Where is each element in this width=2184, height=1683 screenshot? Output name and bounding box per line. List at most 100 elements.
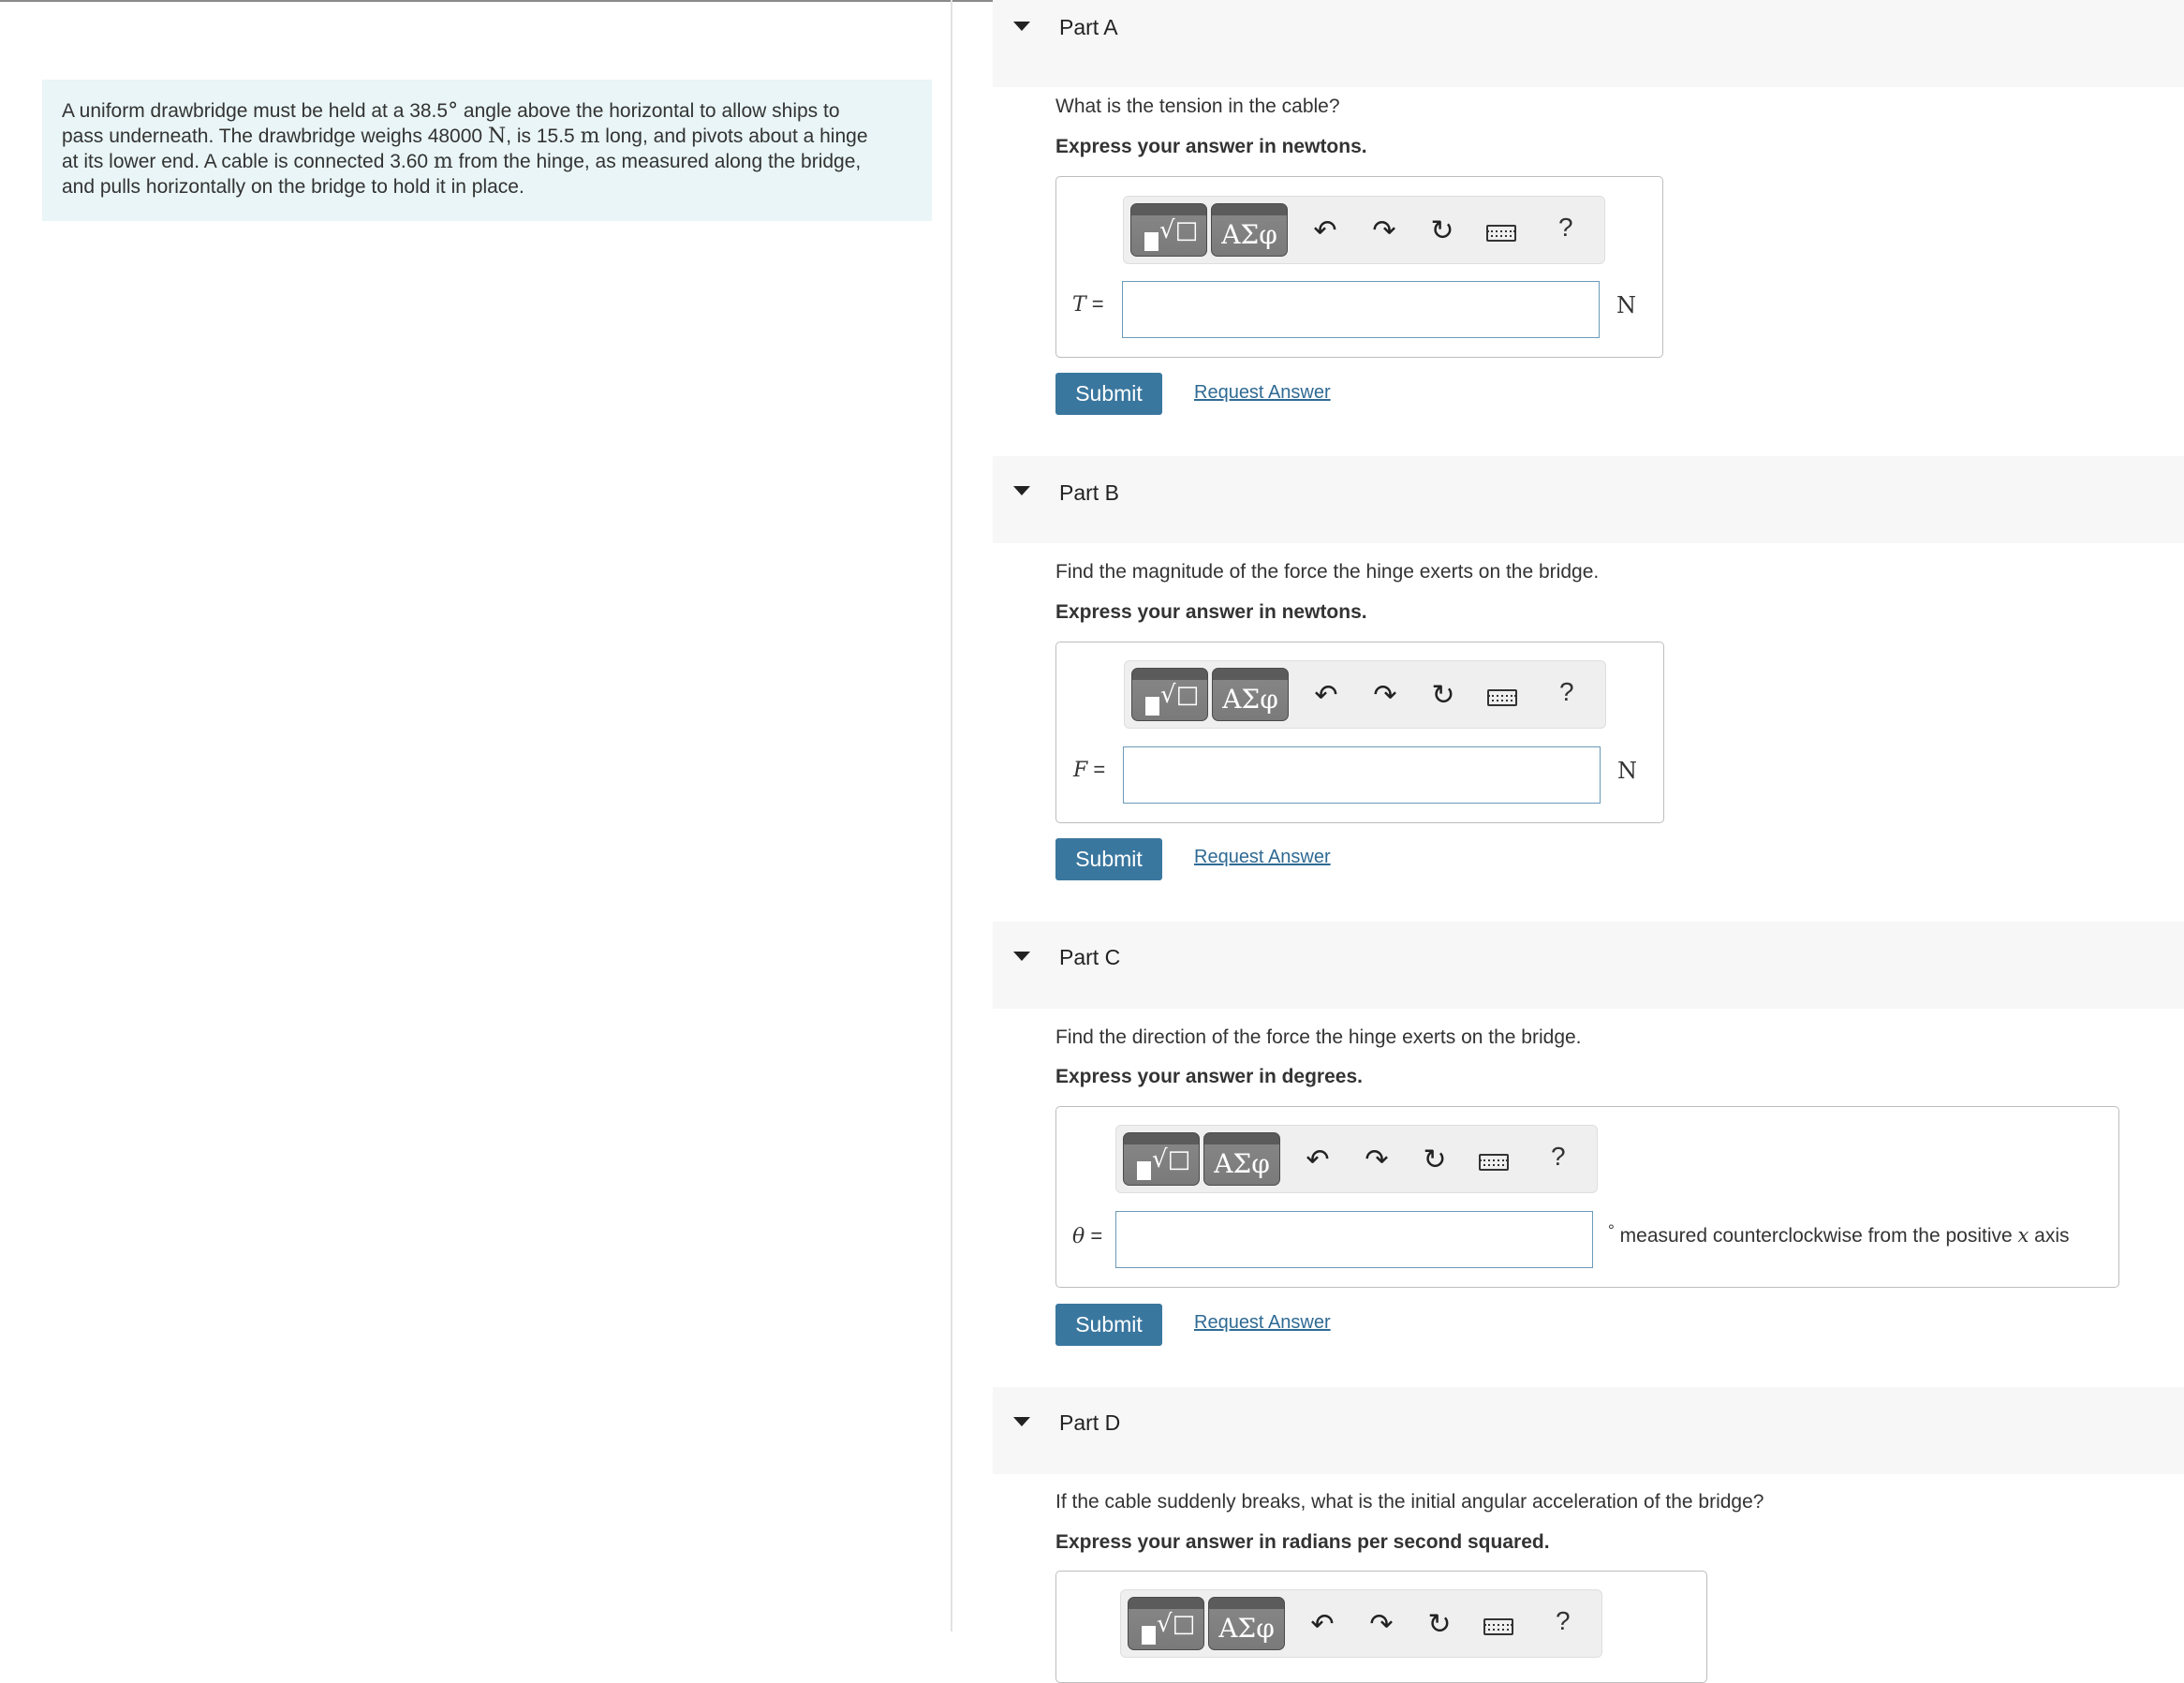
part-a-answer-input[interactable]	[1122, 281, 1600, 338]
part-c-question: Find the direction of the force the hing…	[1055, 1026, 1582, 1048]
keyboard-icon[interactable]	[1483, 1618, 1513, 1635]
part-a-unit: N	[1616, 292, 1636, 318]
radical-icon: √□	[1159, 216, 1199, 244]
part-c-answer-box: √□ ΑΣφ ↶ ↷ ↻ ? θ = ° measured counterclo…	[1055, 1106, 2119, 1288]
math-toolbar: √□ ΑΣφ ↶ ↷ ↻ ?	[1120, 1589, 1602, 1658]
part-d-question: If the cable suddenly breaks, what is th…	[1055, 1491, 1764, 1513]
equals-sign: =	[1087, 758, 1106, 781]
part-d-header[interactable]: Part D	[993, 1387, 2184, 1474]
part-c-unit: ° measured counterclockwise from the pos…	[1608, 1221, 2070, 1247]
problem-text: at its lower end. A cable is connected 3…	[62, 151, 434, 172]
part-d-answer-box: √□ ΑΣφ ↶ ↷ ↻ ?	[1055, 1571, 1707, 1683]
greek-label: ΑΣφ	[1222, 684, 1278, 715]
problem-text: A uniform drawbridge must be held at a 3…	[62, 100, 449, 122]
variable-symbol: θ	[1072, 1225, 1085, 1248]
collapse-triangle-icon[interactable]	[1013, 952, 1030, 961]
reset-icon[interactable]: ↻	[1426, 679, 1460, 713]
templates-button[interactable]: √□	[1131, 668, 1208, 721]
radical-icon: √□	[1152, 1145, 1191, 1174]
part-d-instruction: Express your answer in radians per secon…	[1055, 1531, 1550, 1553]
collapse-triangle-icon[interactable]	[1013, 1417, 1030, 1426]
part-c-variable-label: θ =	[1072, 1224, 1102, 1248]
greek-symbols-button[interactable]: ΑΣφ	[1212, 668, 1289, 721]
keyboard-icon[interactable]	[1479, 1154, 1509, 1171]
greek-label: ΑΣφ	[1218, 1613, 1275, 1644]
part-c-header[interactable]: Part C	[993, 922, 2184, 1009]
redo-icon[interactable]: ↷	[1360, 1144, 1394, 1177]
reset-icon[interactable]: ↻	[1418, 1144, 1452, 1177]
help-button[interactable]: ?	[1559, 677, 1574, 707]
part-a-request-answer-link[interactable]: Request Answer	[1194, 382, 1331, 404]
math-toolbar: √□ ΑΣφ ↶ ↷ ↻ ?	[1124, 660, 1606, 729]
unit-meters: m	[433, 150, 453, 173]
part-b-answer-input[interactable]	[1123, 746, 1601, 804]
column-divider	[951, 0, 952, 1631]
undo-icon[interactable]: ↶	[1301, 1144, 1335, 1177]
part-b-title: Part B	[1059, 480, 1119, 505]
unit-variable: x	[2017, 1224, 2029, 1247]
problem-text: pass underneath. The drawbridge weighs 4…	[62, 125, 488, 147]
reset-icon[interactable]: ↻	[1423, 1608, 1456, 1642]
greek-symbols-button[interactable]: ΑΣφ	[1211, 203, 1288, 257]
greek-label: ΑΣφ	[1214, 1148, 1270, 1179]
unit-text: axis	[2029, 1225, 2070, 1247]
part-b-submit-button[interactable]: Submit	[1055, 838, 1162, 880]
part-b-request-answer-link[interactable]: Request Answer	[1194, 847, 1331, 868]
part-b-answer-box: √□ ΑΣφ ↶ ↷ ↻ ? F = N	[1055, 642, 1664, 823]
part-a-variable-label: T =	[1072, 292, 1104, 317]
greek-symbols-button[interactable]: ΑΣφ	[1203, 1132, 1280, 1186]
redo-icon[interactable]: ↷	[1365, 1608, 1398, 1642]
templates-button[interactable]: √□	[1123, 1132, 1200, 1186]
problem-text: and pulls horizontally on the bridge to …	[62, 176, 524, 198]
part-a-title: Part A	[1059, 15, 1118, 39]
part-d-title: Part D	[1059, 1410, 1121, 1435]
problem-statement: A uniform drawbridge must be held at a 3…	[42, 80, 932, 221]
problem-text: , is 15.5	[506, 125, 581, 147]
undo-icon[interactable]: ↶	[1306, 1608, 1339, 1642]
redo-icon[interactable]: ↷	[1367, 214, 1401, 248]
problem-text: angle above the horizontal to allow ship…	[458, 100, 840, 122]
template-square-icon	[1137, 1161, 1151, 1180]
collapse-triangle-icon[interactable]	[1013, 486, 1030, 495]
templates-button[interactable]: √□	[1128, 1597, 1204, 1650]
greek-symbols-button[interactable]: ΑΣφ	[1208, 1597, 1285, 1650]
radical-icon: √□	[1157, 1610, 1196, 1638]
part-b-header[interactable]: Part B	[993, 456, 2184, 543]
part-a-instruction: Express your answer in newtons.	[1055, 136, 1367, 157]
part-c-request-answer-link[interactable]: Request Answer	[1194, 1312, 1331, 1334]
keyboard-icon[interactable]	[1486, 225, 1516, 242]
redo-icon[interactable]: ↷	[1368, 679, 1402, 713]
reset-icon[interactable]: ↻	[1425, 214, 1459, 248]
part-c-instruction: Express your answer in degrees.	[1055, 1066, 1363, 1087]
part-a-submit-button[interactable]: Submit	[1055, 373, 1162, 415]
help-button[interactable]: ?	[1551, 1142, 1566, 1172]
unit-newtons: N	[487, 125, 507, 148]
unit-text: measured counterclockwise from the posit…	[1614, 1225, 2018, 1247]
problem-text: from the hinge, as measured along the br…	[452, 151, 862, 172]
parts-column: Part A What is the tension in the cable?…	[993, 0, 2184, 1683]
part-a-header[interactable]: Part A	[993, 0, 2184, 87]
equals-sign: =	[1085, 292, 1104, 316]
part-b-unit: N	[1617, 758, 1637, 784]
math-toolbar: √□ ΑΣφ ↶ ↷ ↻ ?	[1123, 196, 1605, 264]
part-a-question: What is the tension in the cable?	[1055, 96, 1340, 117]
unit-meters: m	[580, 125, 600, 148]
part-b-variable-label: F =	[1073, 758, 1105, 782]
part-c-answer-input[interactable]	[1115, 1211, 1593, 1268]
part-b-question: Find the magnitude of the force the hing…	[1055, 561, 1600, 583]
variable-symbol: F	[1073, 759, 1088, 782]
part-a-answer-box: √□ ΑΣφ ↶ ↷ ↻ ? T = N	[1055, 176, 1663, 358]
variable-symbol: T	[1072, 293, 1086, 317]
part-c-submit-button[interactable]: Submit	[1055, 1304, 1162, 1346]
templates-button[interactable]: √□	[1130, 203, 1207, 257]
help-button[interactable]: ?	[1556, 1606, 1571, 1636]
keyboard-icon[interactable]	[1487, 689, 1517, 706]
degree-symbol: °	[448, 99, 459, 123]
collapse-triangle-icon[interactable]	[1013, 22, 1030, 31]
radical-icon: √□	[1160, 681, 1200, 709]
template-square-icon	[1142, 1626, 1156, 1645]
undo-icon[interactable]: ↶	[1308, 214, 1342, 248]
undo-icon[interactable]: ↶	[1309, 679, 1343, 713]
template-square-icon	[1144, 232, 1158, 251]
help-button[interactable]: ?	[1558, 213, 1573, 243]
